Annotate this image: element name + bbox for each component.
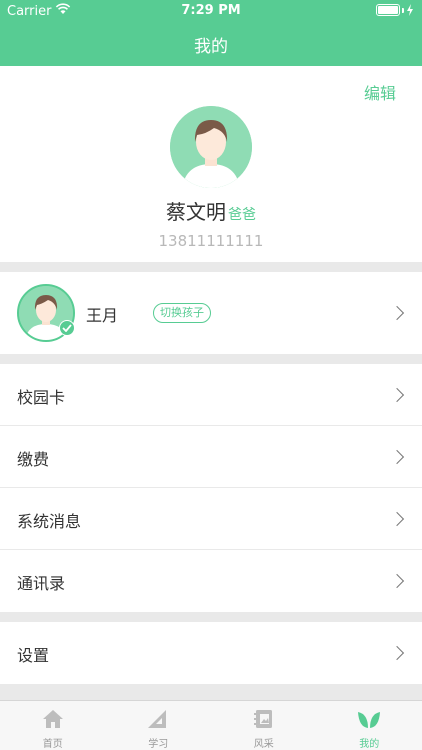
menu-item-label: 校园卡 [17, 388, 66, 407]
chevron-right-icon [389, 305, 405, 321]
chevron-right-icon [389, 511, 405, 527]
edit-button[interactable]: 编辑 [364, 80, 396, 104]
parent-name: 蔡文明 [166, 200, 226, 224]
menu-item-label: 通讯录 [17, 574, 66, 593]
menu-item-label: 缴费 [17, 450, 50, 469]
parent-avatar[interactable] [170, 106, 252, 188]
ruler-icon [148, 710, 167, 728]
relation-label: 爸爸 [228, 207, 256, 223]
tab-label: 学习 [148, 739, 169, 750]
chevron-right-icon [389, 645, 405, 661]
menu-item-label: 系统消息 [17, 512, 82, 531]
menu-item-settings[interactable]: 设置 [0, 622, 422, 684]
chevron-right-icon [389, 573, 405, 589]
settings-section: 设置 [0, 622, 422, 684]
battery-icon [376, 4, 414, 16]
menu-list: 校园卡 缴费 系统消息 通讯录 [0, 364, 422, 612]
tab-bar: 首页 学习 风采 我的 [0, 700, 422, 750]
chevron-right-icon [389, 387, 405, 403]
menu-item-system-messages[interactable]: 系统消息 [0, 488, 422, 550]
tab-mine[interactable]: 我的 [317, 701, 422, 750]
chevron-right-icon [389, 449, 405, 465]
check-icon [59, 320, 75, 336]
switch-child-button[interactable]: 切换孩子 [153, 303, 211, 323]
navigation-bar: 我的 [0, 22, 422, 66]
menu-item-campus-card[interactable]: 校园卡 [0, 364, 422, 426]
status-bar: Carrier 7:29 PM [0, 0, 422, 22]
child-row[interactable]: 王月 切换孩子 [0, 272, 422, 354]
child-name: 王月 [86, 306, 119, 325]
tab-home[interactable]: 首页 [0, 701, 106, 750]
leaf-icon [358, 712, 381, 728]
tab-showcase[interactable]: 风采 [211, 701, 317, 750]
home-icon [42, 710, 63, 728]
parent-name-row: 蔡文明 爸爸 [0, 196, 422, 225]
tab-label: 我的 [359, 739, 380, 750]
page-title: 我的 [194, 37, 228, 57]
menu-item-payment[interactable]: 缴费 [0, 426, 422, 488]
parent-phone: 13811111111 [158, 232, 264, 250]
menu-item-contacts[interactable]: 通讯录 [0, 550, 422, 612]
tab-study[interactable]: 学习 [106, 701, 212, 750]
status-time: 7:29 PM [181, 3, 241, 18]
tab-label: 风采 [253, 739, 274, 750]
profile-card: 编辑 蔡文明 爸爸 13811111111 [0, 66, 422, 262]
photo-book-icon [253, 710, 272, 728]
tab-label: 首页 [42, 739, 63, 750]
menu-item-label: 设置 [17, 646, 50, 665]
